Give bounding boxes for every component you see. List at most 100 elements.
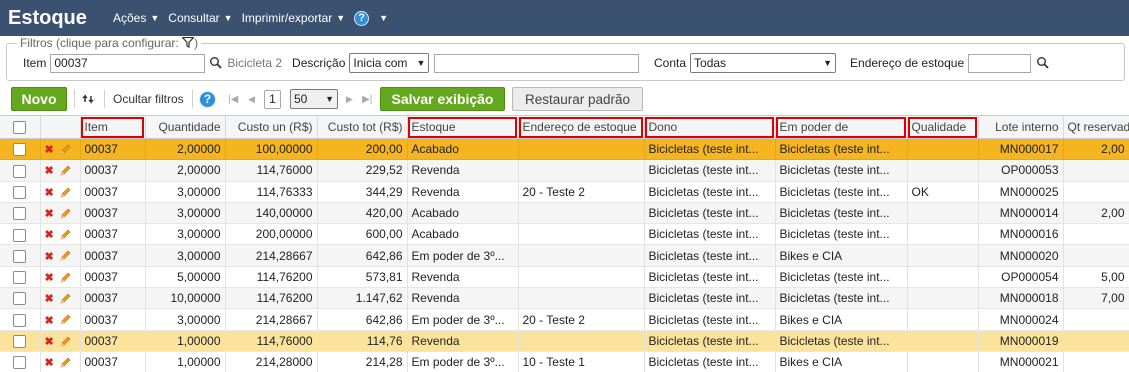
menu-imprimir-exportar[interactable]: Imprimir/exportar ▼ (242, 11, 346, 25)
cell-qt-reservada: 5,00 (1063, 266, 1129, 289)
page-number-input[interactable]: 1 (264, 89, 281, 109)
delete-icon[interactable]: ✖ (45, 208, 54, 220)
cell-estoque: Revenda (407, 181, 519, 203)
pencil-icon[interactable] (59, 208, 71, 220)
row-checkbox[interactable] (13, 228, 27, 242)
col-header-custo-tot[interactable]: Custo tot (R$) (317, 115, 408, 139)
table-row[interactable]: ✖ 00037 3,00000 214,28667 642,86 Em poder de … (0, 308, 1129, 331)
row-select-cell[interactable] (0, 202, 41, 225)
row-select-cell[interactable] (0, 351, 41, 372)
row-checkbox[interactable] (13, 164, 27, 178)
delete-icon[interactable]: ✖ (45, 272, 54, 284)
row-select-cell[interactable] (0, 330, 41, 352)
menu-help[interactable]: ? ▼ (354, 10, 388, 26)
delete-icon[interactable]: ✖ (45, 357, 54, 369)
col-header-endereco[interactable]: Endereço de estoque (518, 115, 645, 139)
row-select-cell[interactable] (0, 138, 41, 161)
delete-icon[interactable]: ✖ (45, 251, 54, 263)
ocultar-filtros-button[interactable]: Ocultar filtros (113, 87, 184, 111)
pencil-icon[interactable] (59, 187, 71, 199)
descricao-input[interactable] (434, 53, 640, 73)
filters-legend[interactable]: Filtros (clique para configurar: ) (17, 36, 202, 50)
salvar-exibicao-button[interactable]: Salvar exibição (380, 87, 505, 111)
row-actions-cell: ✖ (40, 330, 81, 352)
select-all-header[interactable] (0, 115, 41, 139)
col-header-custo-un[interactable]: Custo un (R$) (225, 115, 318, 139)
cell-item: 00037 (80, 351, 146, 372)
table-row[interactable]: ✖ 00037 3,00000 200,00000 600,00 Acabado Bicic… (0, 223, 1129, 246)
table-row[interactable]: ✖ 00037 5,00000 114,76200 573,81 Revenda Bicic… (0, 266, 1129, 289)
delete-icon[interactable]: ✖ (45, 144, 54, 156)
pencil-icon[interactable] (59, 293, 71, 305)
pencil-icon[interactable] (59, 336, 71, 348)
novo-button[interactable]: Novo (11, 87, 67, 111)
col-header-item[interactable]: Item (80, 115, 146, 139)
table-row[interactable]: ✖ 00037 2,00000 114,76000 229,52 Revenda Bicic… (0, 159, 1129, 182)
table-row[interactable]: ✖ 00037 10,00000 114,76200 1.147,62 Revenda Bi… (0, 287, 1129, 310)
row-checkbox[interactable] (13, 356, 27, 370)
col-header-estoque[interactable]: Estoque (407, 115, 519, 139)
next-page-button[interactable]: ▶ (346, 87, 353, 111)
row-select-cell[interactable] (0, 159, 41, 182)
pencil-icon[interactable] (59, 272, 71, 284)
table-row[interactable]: ✖ 00037 3,00000 114,76333 344,29 Revenda 20 - … (0, 181, 1129, 203)
table-row[interactable]: ✖ 00037 2,00000 100,00000 200,00 Acabado Bicic… (0, 138, 1129, 161)
row-checkbox[interactable] (13, 271, 27, 285)
delete-icon[interactable]: ✖ (45, 336, 54, 348)
col-header-lote-interno[interactable]: Lote interno (978, 115, 1064, 139)
chevron-down-icon: ▼ (325, 94, 334, 104)
table-row[interactable]: ✖ 00037 1,00000 214,28000 214,28 Em poder de … (0, 351, 1129, 372)
row-select-cell[interactable] (0, 266, 41, 289)
table-row[interactable]: ✖ 00037 3,00000 214,28667 642,86 Em poder de … (0, 244, 1129, 267)
table-row[interactable]: ✖ 00037 3,00000 140,00000 420,00 Acabado Bicic… (0, 202, 1129, 225)
pencil-icon[interactable] (59, 314, 71, 326)
col-header-qualidade[interactable]: Qualidade (907, 115, 979, 139)
delete-icon[interactable]: ✖ (45, 165, 54, 177)
pencil-icon[interactable] (59, 165, 71, 177)
pencil-icon[interactable] (59, 144, 71, 156)
restaurar-padrao-button[interactable]: Restaurar padrão (512, 87, 643, 111)
delete-icon[interactable]: ✖ (45, 187, 54, 199)
row-select-cell[interactable] (0, 287, 41, 310)
row-select-cell[interactable] (0, 181, 41, 203)
item-input[interactable]: 00037 (50, 53, 206, 73)
col-header-dono[interactable]: Dono (644, 115, 776, 139)
help-icon[interactable]: ? (199, 90, 216, 108)
endereco-input[interactable] (968, 53, 1032, 73)
menu-acoes[interactable]: Ações ▼ (113, 11, 159, 25)
row-checkbox[interactable] (13, 143, 27, 157)
row-select-cell[interactable] (0, 244, 41, 267)
last-page-button[interactable]: ▶| (362, 87, 372, 111)
col-header-quantidade[interactable]: Quantidade (145, 115, 226, 139)
row-checkbox[interactable] (13, 249, 27, 263)
conta-select[interactable]: Todas ▼ (690, 53, 837, 73)
page-size-select[interactable]: 50 ▼ (290, 89, 338, 109)
row-select-cell[interactable] (0, 308, 41, 331)
pencil-icon[interactable] (59, 250, 71, 262)
menu-consultar[interactable]: Consultar ▼ (168, 11, 232, 25)
col-header-em-poder-de[interactable]: Em poder de (775, 115, 908, 139)
row-select-cell[interactable] (0, 223, 41, 246)
delete-icon[interactable]: ✖ (45, 315, 54, 327)
delete-icon[interactable]: ✖ (45, 229, 54, 241)
row-checkbox[interactable] (13, 207, 27, 221)
cell-qt-reservada (1063, 181, 1129, 203)
select-all-checkbox[interactable] (13, 121, 27, 135)
toggle-filters-button[interactable] (82, 87, 96, 111)
descricao-mode-select[interactable]: Inicia com ▼ (349, 53, 430, 73)
table-row[interactable]: ✖ 00037 1,00000 114,76000 114,76 Revenda Bicic… (0, 330, 1129, 352)
search-icon[interactable] (209, 56, 223, 70)
search-icon[interactable] (1036, 56, 1050, 70)
row-checkbox[interactable] (13, 313, 27, 327)
col-header-qt-reservada[interactable]: Qt reservada (1063, 115, 1129, 139)
row-checkbox[interactable] (13, 292, 27, 306)
pencil-icon[interactable] (59, 357, 71, 369)
delete-icon[interactable]: ✖ (45, 293, 54, 305)
pencil-icon[interactable] (59, 229, 71, 241)
first-page-button[interactable]: |◀ (228, 87, 238, 111)
filter-endereco-label: Endereço de estoque (850, 56, 965, 70)
filter-item-row: Item 00037 Bicicleta 2 Descrição Inicia … (23, 52, 640, 74)
row-checkbox[interactable] (13, 334, 27, 348)
prev-page-button[interactable]: ◀ (248, 87, 255, 111)
row-checkbox[interactable] (13, 185, 27, 199)
